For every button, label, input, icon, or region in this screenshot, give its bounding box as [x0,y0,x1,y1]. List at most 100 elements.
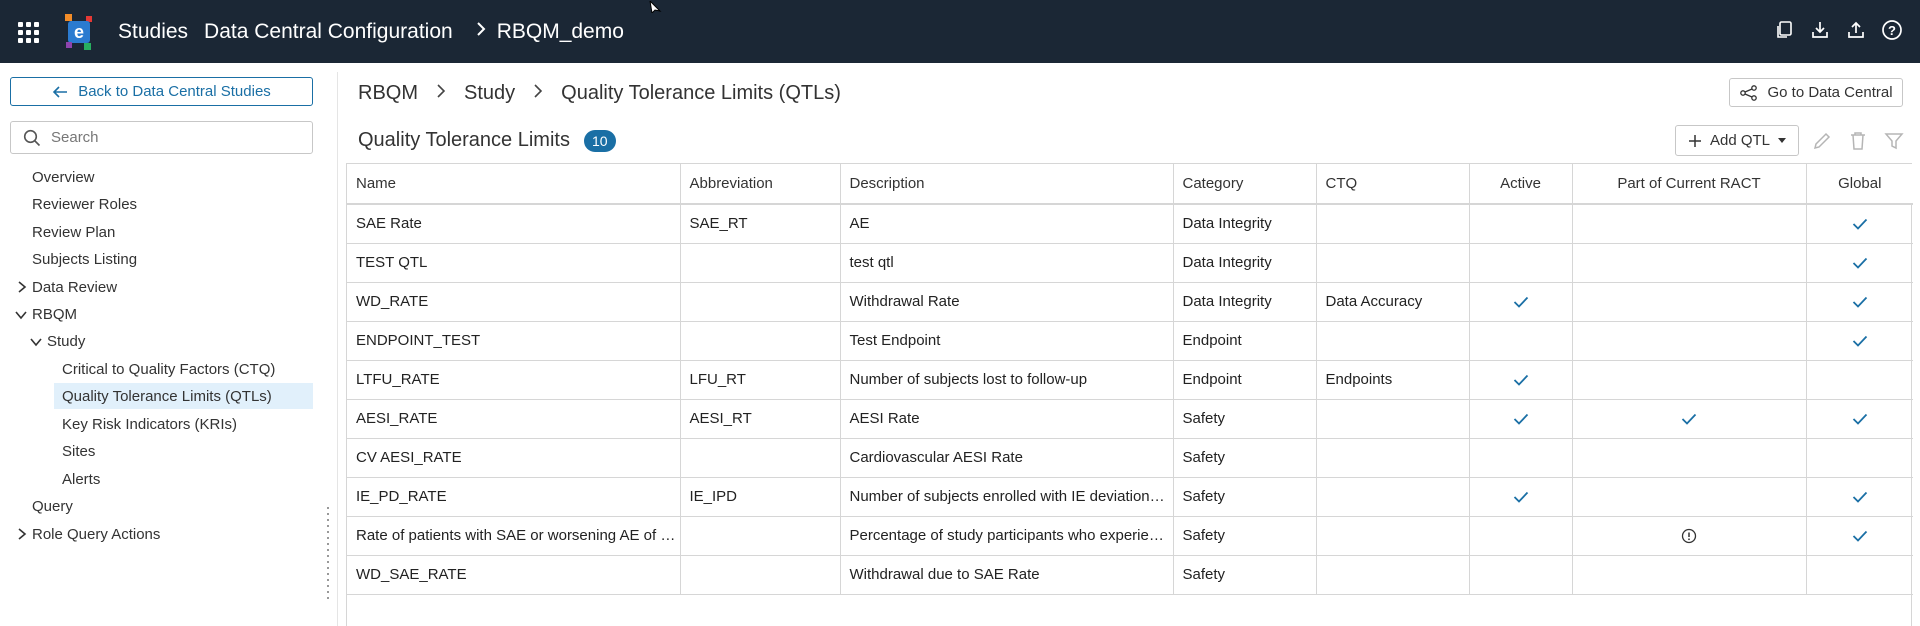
back-button-label: Back to Data Central Studies [78,83,271,100]
cell-abbreviation [680,438,841,478]
app-logo: e [64,13,94,51]
cell-abbreviation: AESI_RT [680,399,841,439]
cell-abbreviation: SAE_RT [680,204,841,244]
page-title: Quality Tolerance Limits [358,129,570,151]
cell-name: Rate of patients with SAE or worsening A… [347,516,681,556]
go-to-data-central-label: Go to Data Central [1767,84,1893,101]
cell-description: Test Endpoint [840,321,1174,361]
table-row[interactable]: AESI_RATE AESI_RT AESI Rate Safety [347,399,1913,439]
cell-category: Safety [1173,399,1317,439]
sidebar-item-reviewer-roles[interactable]: Reviewer Roles [32,191,137,217]
chevron-down-icon[interactable] [29,335,43,349]
cell-part-of-current-ract [1572,516,1807,556]
sidebar-item-sites[interactable]: Sites [62,438,95,464]
chevron-right-icon[interactable] [15,527,29,541]
sidebar-item-ctq[interactable]: Critical to Quality Factors (CTQ) [62,356,275,382]
column-header-active[interactable]: Active [1469,164,1573,205]
cell-name: SAE Rate [347,204,681,244]
breadcrumb: RBQM Study Quality Tolerance Limits (QTL… [358,82,841,105]
table-row[interactable]: TEST QTL test qtl Data Integrity [347,243,1913,283]
download-icon[interactable] [1808,18,1832,42]
table-row[interactable]: WD_RATE Withdrawal Rate Data Integrity Data… [347,282,1913,322]
search-input[interactable] [51,129,291,146]
column-header-global[interactable]: Global [1806,164,1913,205]
breadcrumb-config-link[interactable]: Data Central Configuration [204,20,453,44]
sidebar-item-query[interactable]: Query [32,493,73,519]
column-header-part-of-current-ract[interactable]: Part of Current RACT [1572,164,1807,205]
chevron-right-icon [475,20,487,43]
edit-icon[interactable] [1809,128,1835,154]
column-header-category[interactable]: Category [1173,164,1317,205]
sidebar-item-study[interactable]: Study [47,328,85,354]
table-row[interactable]: ENDPOINT_TEST Test Endpoint Endpoint [347,321,1913,361]
back-to-studies-button[interactable]: Back to Data Central Studies [10,77,313,106]
sidebar-item-kris[interactable]: Key Risk Indicators (KRIs) [62,411,237,437]
table-row[interactable]: Rate of patients with SAE or worsening A… [347,516,1913,556]
sidebar-item-role-query-actions[interactable]: Role Query Actions [32,521,160,547]
go-to-data-central-button[interactable]: Go to Data Central [1729,78,1903,107]
check-icon [1852,530,1867,542]
chevron-right-icon[interactable] [15,280,29,294]
sidebar-item-alerts[interactable]: Alerts [62,466,100,492]
table-row[interactable]: WD_SAE_RATE Withdrawal due to SAE Rate Saf… [347,555,1913,595]
cell-description: AESI Rate [840,399,1174,439]
sidebar-item-label: Overview [32,168,95,186]
caret-down-icon [1778,137,1787,143]
cell-category: Data Integrity [1173,204,1317,244]
add-qtl-button[interactable]: Add QTL [1675,125,1799,156]
breadcrumb-study[interactable]: Study [464,82,515,105]
sidebar-item-review-plan[interactable]: Review Plan [32,219,115,245]
cell-active [1469,204,1573,244]
cell-ctq: Endpoints [1316,360,1470,400]
svg-text:e: e [74,22,84,42]
cell-part-of-current-ract [1572,282,1807,322]
cell-global [1806,438,1913,478]
check-icon [1852,257,1867,269]
sidebar-item-data-review[interactable]: Data Review [32,274,117,300]
cell-part-of-current-ract [1572,204,1807,244]
sidebar-resize-handle[interactable] [325,505,333,599]
table-row[interactable]: SAE Rate SAE_RT AE Data Integrity [347,204,1913,244]
plus-icon [1688,134,1701,147]
cell-category: Safety [1173,438,1317,478]
app-launcher-icon[interactable] [16,20,40,44]
sidebar-item-label: RBQM [32,305,77,323]
sidebar-item-label: Review Plan [32,223,116,241]
sidebar: Back to Data Central Studies Overview Re… [0,63,320,626]
cell-category: Safety [1173,555,1317,595]
cell-global [1806,243,1913,283]
add-qtl-label: Add QTL [1709,132,1771,149]
breadcrumb-rbqm[interactable]: RBQM [358,82,418,105]
filter-icon[interactable] [1881,128,1907,154]
chevron-down-icon[interactable] [14,308,28,322]
cell-global [1806,282,1913,322]
cell-abbreviation [680,243,841,283]
svg-text:?: ? [1888,23,1896,38]
cell-global [1806,399,1913,439]
upload-icon[interactable] [1844,18,1868,42]
cell-description: Cardiovascular AESI Rate [840,438,1174,478]
cell-description: test qtl [840,243,1174,283]
table-row[interactable]: IE_PD_RATE IE_IPD Number of subjects enrol… [347,477,1913,517]
cell-ctq [1316,321,1470,361]
app-name-link[interactable]: Studies [118,20,188,44]
column-header-ctq[interactable]: CTQ [1316,164,1470,205]
table-row[interactable]: CV AESI_RATE Cardiovascular AESI Rate Safe… [347,438,1913,478]
sidebar-item-overview[interactable]: Overview [32,164,95,190]
sidebar-item-subjects-listing[interactable]: Subjects Listing [32,246,137,272]
table-header-row: Name Abbreviation Description Category C… [347,164,1913,205]
arrow-left-icon [53,85,68,98]
cell-part-of-current-ract [1572,477,1807,517]
cell-category: Safety [1173,516,1317,556]
delete-icon[interactable] [1845,128,1871,154]
column-header-abbreviation[interactable]: Abbreviation [680,164,841,205]
sidebar-item-rbqm[interactable]: RBQM [32,301,77,327]
sidebar-item-qtls[interactable]: Quality Tolerance Limits (QTLs) [54,383,313,409]
qtl-table: Name Abbreviation Description Category C… [346,163,1913,626]
table-row[interactable]: LTFU_RATE LFU_RT Number of subjects lost t… [347,360,1913,400]
check-icon [1513,296,1528,308]
help-icon[interactable]: ? [1880,18,1904,42]
column-header-description[interactable]: Description [840,164,1174,205]
copy-icon[interactable] [1772,18,1796,42]
column-header-name[interactable]: Name [347,164,681,205]
